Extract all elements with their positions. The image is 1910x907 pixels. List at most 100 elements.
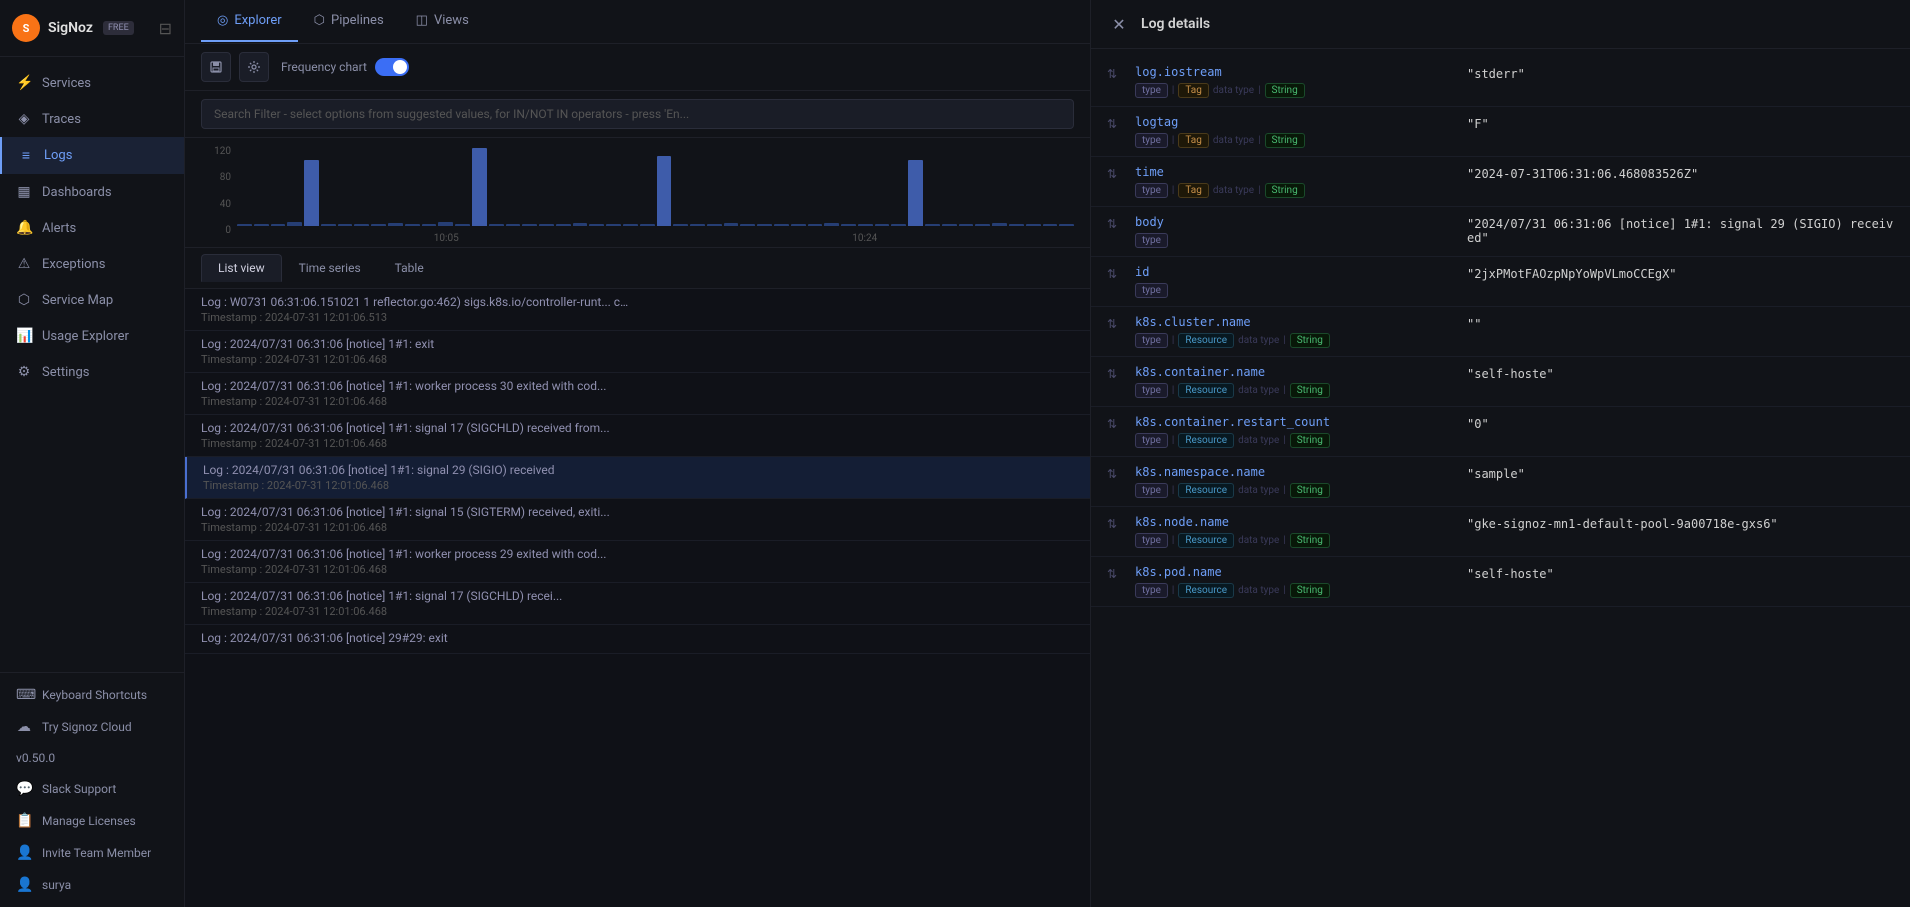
chart-bar xyxy=(338,224,353,226)
tab-explorer[interactable]: ◎ Explorer xyxy=(201,1,298,42)
tag-badge: Tag xyxy=(1178,83,1208,98)
chart-bar xyxy=(271,224,286,226)
field-expand-icon[interactable]: ⇅ xyxy=(1107,167,1123,181)
type-badge: type xyxy=(1135,83,1168,98)
tag-separator: data type xyxy=(1213,85,1254,96)
sidebar-item-label: Manage Licenses xyxy=(42,814,136,828)
tag-separator: | xyxy=(1172,535,1174,546)
field-expand-icon[interactable]: ⇅ xyxy=(1107,517,1123,531)
tag-separator: | xyxy=(1283,435,1285,446)
log-details-panel: ✕ Log details ⇅log.iostreamtype|Tagdata … xyxy=(1090,0,1910,907)
field-row: ⇅k8s.namespace.nametype|Resourcedata typ… xyxy=(1091,457,1910,507)
field-expand-icon[interactable]: ⇅ xyxy=(1107,367,1123,381)
sidebar-item-usage-explorer[interactable]: 📊 Usage Explorer xyxy=(0,318,184,354)
field-expand-icon[interactable]: ⇅ xyxy=(1107,217,1123,231)
tab-list-view[interactable]: List view xyxy=(201,254,282,282)
sidebar-item-services[interactable]: ⚡ Services xyxy=(0,65,184,101)
tag-separator: | xyxy=(1283,535,1285,546)
log-entry[interactable]: Log : 2024/07/31 06:31:06 [notice] 1#1: … xyxy=(185,583,1090,625)
log-entry[interactable]: Log : 2024/07/31 06:31:06 [notice] 1#1: … xyxy=(185,499,1090,541)
log-entry[interactable]: Log : 2024/07/31 06:31:06 [notice] 1#1: … xyxy=(185,373,1090,415)
main-content: ◎ Explorer ⬡ Pipelines ◫ Views Frequen xyxy=(185,0,1090,907)
log-entry[interactable]: Log : 2024/07/31 06:31:06 [notice] 1#1: … xyxy=(185,331,1090,373)
tag-separator: | xyxy=(1258,185,1260,196)
exceptions-icon: ⚠ xyxy=(16,256,32,272)
chart-bar xyxy=(657,156,672,226)
field-row: ⇅timetype|Tagdata type|String"2024-07-31… xyxy=(1091,157,1910,207)
explorer-tab-icon: ◎ xyxy=(217,13,228,28)
frequency-chart-label: Frequency chart xyxy=(281,60,367,74)
sidebar-item-label: Slack Support xyxy=(42,782,116,796)
field-info: logtagtype|Tagdata type|String xyxy=(1135,115,1455,148)
log-entry[interactable]: Log : 2024/07/31 06:31:06 [notice] 1#1: … xyxy=(185,457,1090,499)
sidebar-item-dashboards[interactable]: ▦ Dashboards xyxy=(0,174,184,210)
sidebar-item-label: Alerts xyxy=(42,221,76,236)
sidebar: S SigNoz FREE ⊟ ⚡ Services ◈ Traces ≡ Lo… xyxy=(0,0,185,907)
app-badge: FREE xyxy=(103,21,134,35)
chart-bar xyxy=(875,224,890,226)
panel-close-button[interactable]: ✕ xyxy=(1107,12,1131,36)
settings-button[interactable] xyxy=(239,52,269,82)
sidebar-item-user[interactable]: 👤 surya xyxy=(0,869,184,901)
field-value: "" xyxy=(1467,315,1894,331)
log-text: Log : 2024/07/31 06:31:06 [notice] 1#1: … xyxy=(201,589,631,603)
y-label-40: 40 xyxy=(201,199,231,210)
sidebar-item-settings[interactable]: ⚙ Settings xyxy=(0,354,184,390)
log-text: Log : 2024/07/31 06:31:06 [notice] 29#29… xyxy=(201,631,631,645)
chart-bar xyxy=(740,224,755,226)
log-entry[interactable]: Log : W0731 06:31:06.151021 1 reflector.… xyxy=(185,289,1090,331)
sidebar-item-keyboard-shortcuts[interactable]: ⌨ Keyboard Shortcuts xyxy=(0,679,184,711)
sidebar-item-try-cloud[interactable]: ☁ Try Signoz Cloud xyxy=(0,711,184,743)
field-expand-icon[interactable]: ⇅ xyxy=(1107,317,1123,331)
sidebar-item-service-map[interactable]: ⬡ Service Map xyxy=(0,282,184,318)
search-bar-wrap: Search Filter - select options from sugg… xyxy=(185,91,1090,138)
field-name: k8s.container.restart_count xyxy=(1135,415,1455,429)
field-tags: type|Tagdata type|String xyxy=(1135,133,1455,148)
tag-badge: Tag xyxy=(1178,133,1208,148)
tab-time-series[interactable]: Time series xyxy=(282,254,378,282)
field-expand-icon[interactable]: ⇅ xyxy=(1107,67,1123,81)
field-expand-icon[interactable]: ⇅ xyxy=(1107,267,1123,281)
frequency-chart-toggle[interactable] xyxy=(375,58,409,76)
sidebar-item-logs[interactable]: ≡ Logs xyxy=(0,137,184,174)
tag-separator: | xyxy=(1283,335,1285,346)
chart-bar xyxy=(1059,224,1074,226)
tab-pipelines[interactable]: ⬡ Pipelines xyxy=(298,1,400,42)
x-label-1024: 10:24 xyxy=(852,233,877,244)
sidebar-item-manage-licenses[interactable]: 📋 Manage Licenses xyxy=(0,805,184,837)
sidebar-item-exceptions[interactable]: ⚠ Exceptions xyxy=(0,246,184,282)
log-timestamp: Timestamp : 2024-07-31 12:01:06.468 xyxy=(203,479,1074,492)
tab-table[interactable]: Table xyxy=(378,254,441,282)
sidebar-item-label: Traces xyxy=(42,112,81,127)
services-icon: ⚡ xyxy=(16,75,32,91)
field-expand-icon[interactable]: ⇅ xyxy=(1107,117,1123,131)
field-info: log.iostreamtype|Tagdata type|String xyxy=(1135,65,1455,98)
tag-separator: data type xyxy=(1238,585,1279,596)
cloud-icon: ☁ xyxy=(16,719,32,735)
chart-bar xyxy=(573,223,588,226)
tab-views[interactable]: ◫ Views xyxy=(400,1,485,42)
sidebar-item-slack-support[interactable]: 💬 Slack Support xyxy=(0,773,184,805)
chart-bar xyxy=(925,224,940,226)
field-row: ⇅k8s.cluster.nametype|Resourcedata type|… xyxy=(1091,307,1910,357)
field-expand-icon[interactable]: ⇅ xyxy=(1107,567,1123,581)
field-expand-icon[interactable]: ⇅ xyxy=(1107,417,1123,431)
chart-bar xyxy=(891,224,906,226)
field-info: timetype|Tagdata type|String xyxy=(1135,165,1455,198)
log-entry[interactable]: Log : 2024/07/31 06:31:06 [notice] 29#29… xyxy=(185,625,1090,654)
sidebar-item-invite-team-member[interactable]: 👤 Invite Team Member xyxy=(0,837,184,869)
sidebar-toggle-icon[interactable]: ⊟ xyxy=(159,19,172,38)
sidebar-item-traces[interactable]: ◈ Traces xyxy=(0,101,184,137)
field-expand-icon[interactable]: ⇅ xyxy=(1107,467,1123,481)
log-entry[interactable]: Log : 2024/07/31 06:31:06 [notice] 1#1: … xyxy=(185,541,1090,583)
save-view-button[interactable] xyxy=(201,52,231,82)
sidebar-item-alerts[interactable]: 🔔 Alerts xyxy=(0,210,184,246)
log-entry[interactable]: Log : 2024/07/31 06:31:06 [notice] 1#1: … xyxy=(185,415,1090,457)
field-name: k8s.node.name xyxy=(1135,515,1455,529)
field-info: k8s.container.restart_counttype|Resource… xyxy=(1135,415,1455,448)
log-timestamp: Timestamp : 2024-07-31 12:01:06.468 xyxy=(201,395,1074,408)
dashboards-icon: ▦ xyxy=(16,184,32,200)
field-row: ⇅k8s.container.nametype|Resourcedata typ… xyxy=(1091,357,1910,407)
field-info: k8s.pod.nametype|Resourcedata type|Strin… xyxy=(1135,565,1455,598)
search-filter-input[interactable]: Search Filter - select options from sugg… xyxy=(201,99,1074,129)
